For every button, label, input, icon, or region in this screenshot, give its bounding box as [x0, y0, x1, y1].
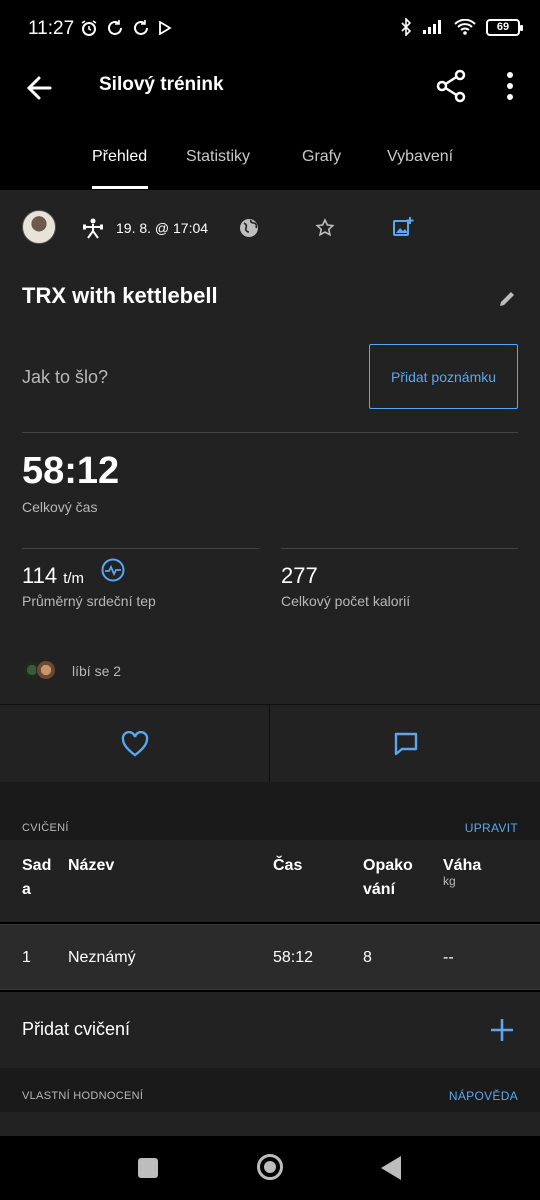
edit-pencil-icon[interactable] [497, 289, 517, 309]
column-name: Název [68, 857, 115, 874]
divider [22, 432, 518, 433]
add-exercise-row[interactable]: Přidat cvičení [0, 992, 540, 1068]
avg-heart-rate-number: 114 [22, 563, 58, 588]
exercises-section-title: CVIČENÍ [22, 822, 69, 834]
alarm-icon [81, 20, 97, 36]
tab-vybaveni[interactable]: Vybavení [387, 148, 453, 166]
column-set-line1: Sad [22, 857, 52, 874]
action-row [0, 704, 540, 783]
column-reps-line1: Opako [363, 857, 413, 874]
recent-apps-icon[interactable] [138, 1158, 158, 1178]
heart-rate-icon[interactable] [101, 558, 125, 582]
avg-heart-rate-unit: t/m [63, 570, 85, 587]
calories-value: 277 [281, 563, 318, 588]
wifi-icon [454, 19, 476, 35]
status-bar: 11:27 69 [0, 0, 540, 60]
total-time-value: 58:12 [22, 450, 120, 492]
status-notification-icons [80, 19, 172, 37]
like-button[interactable] [0, 705, 270, 783]
tab-indicator [92, 186, 148, 189]
likes-count[interactable]: líbí se 2 [72, 663, 121, 679]
edit-exercises-link[interactable]: UPRAVIT [465, 821, 518, 835]
column-weight-unit: kg [443, 874, 456, 888]
heart-icon [121, 731, 148, 757]
app-bar: Silový trénink [0, 60, 540, 130]
bluetooth-icon [401, 18, 412, 36]
back-triangle-icon[interactable] [381, 1156, 401, 1180]
status-system-icons: 69 [400, 18, 523, 36]
tab-bar: Přehled Statistiky Grafy Vybavení [0, 130, 540, 190]
column-set: Sad a [22, 854, 51, 902]
tab-statistiky[interactable]: Statistiky [186, 148, 250, 166]
status-time: 11:27 [28, 18, 75, 39]
avg-heart-rate-label: Průměrný srdeční tep [22, 593, 156, 609]
likes-avatars[interactable] [22, 660, 62, 680]
add-icon[interactable] [489, 1017, 515, 1043]
help-link[interactable]: NÁPOVĚDA [449, 1089, 518, 1103]
column-reps: Opako vání [363, 854, 413, 902]
column-reps-line2: vání [363, 881, 396, 898]
how-did-it-go-prompt[interactable]: Jak to šlo? [22, 367, 108, 388]
sync-icon-2 [134, 20, 148, 35]
exercises-section-header: CVIČENÍ UPRAVIT [0, 782, 540, 840]
self-rating-section-header: VLASTNÍ HODNOCENÍ NÁPOVĚDA [0, 1068, 540, 1112]
divider [22, 548, 259, 549]
back-arrow-icon[interactable] [22, 70, 58, 106]
star-icon[interactable] [315, 218, 335, 238]
battery-indicator: 69 [486, 18, 523, 36]
column-time: Čas [273, 857, 303, 874]
workout-name: TRX with kettlebell [22, 283, 218, 308]
cell-time: 58:12 [273, 949, 314, 966]
globe-icon[interactable] [239, 218, 259, 238]
tab-prehled[interactable]: Přehled [92, 148, 147, 166]
signal-icon [423, 20, 441, 34]
add-note-button[interactable]: Přidat poznámku [369, 344, 518, 409]
avg-heart-rate-value: 114 t/m [22, 563, 84, 589]
more-vert-icon[interactable] [496, 68, 524, 104]
activity-summary-card: 19. 8. @ 17:04 TRX with kettlebell Jak t… [0, 190, 540, 783]
cell-reps: 8 [363, 949, 372, 966]
calories-label: Celkový počet kalorií [281, 593, 411, 609]
tab-grafy[interactable]: Grafy [302, 148, 341, 166]
cell-set: 1 [22, 949, 31, 966]
avatar [36, 660, 56, 680]
comment-button[interactable] [271, 705, 540, 783]
self-rating-section-title: VLASTNÍ HODNOCENÍ [22, 1090, 144, 1102]
cell-weight: -- [443, 949, 454, 966]
self-rating-content [0, 1112, 540, 1136]
total-time-label: Celkový čas [22, 499, 98, 515]
page-title: Silový trénink [99, 74, 224, 95]
share-icon[interactable] [434, 68, 470, 104]
avatar[interactable] [22, 210, 56, 244]
exercises-table-header: Sad a Název Čas Opako vání Váha kg [0, 840, 540, 922]
table-row[interactable]: 1 Neznámý 58:12 8 -- [0, 924, 540, 990]
sync-icon [108, 20, 122, 35]
system-navigation-bar [0, 1136, 540, 1200]
strength-training-icon [83, 218, 103, 239]
cell-name: Neznámý [68, 949, 136, 966]
activity-date: 19. 8. @ 17:04 [116, 220, 209, 236]
add-exercise-label: Přidat cvičení [22, 1019, 131, 1039]
play-store-icon [159, 21, 172, 35]
divider [281, 548, 518, 549]
column-set-line2: a [22, 881, 31, 898]
add-photo-icon[interactable] [392, 216, 414, 238]
home-icon[interactable] [257, 1154, 283, 1180]
comment-icon [394, 732, 417, 756]
